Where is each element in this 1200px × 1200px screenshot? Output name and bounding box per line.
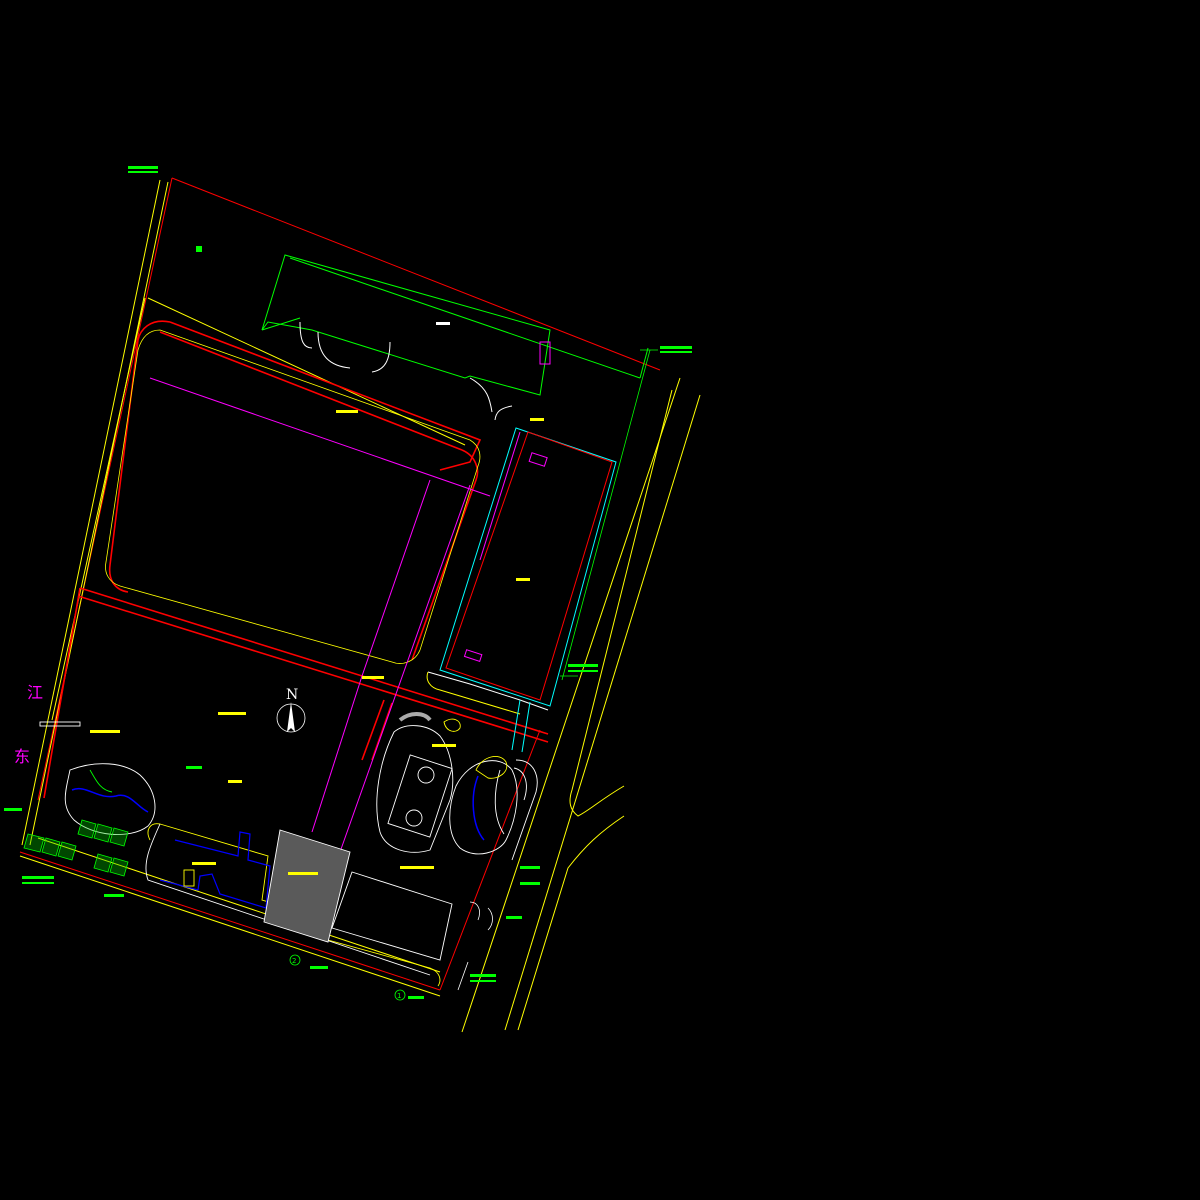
east-building xyxy=(426,427,617,753)
callout-number-2: 2 xyxy=(292,957,296,965)
callout-markers xyxy=(289,954,406,1001)
interior-roads xyxy=(43,320,549,799)
sw-parking-grid xyxy=(23,819,129,877)
north-label: N xyxy=(286,687,298,703)
north-building-notches xyxy=(299,321,551,421)
site-plan-drawing: N 2 1 江 东 xyxy=(4,166,701,1033)
inner-block-outlines xyxy=(105,329,481,664)
street-label-char-2: 东 xyxy=(14,747,30,766)
east-dimension-lines xyxy=(560,349,658,681)
road-edges xyxy=(19,179,701,1033)
south-landscape xyxy=(145,823,453,987)
north-building xyxy=(261,254,649,396)
north-arrow: N xyxy=(276,687,306,733)
annotation-marks xyxy=(4,166,692,999)
west-garden xyxy=(39,721,156,835)
east-garden xyxy=(376,712,538,861)
street-label-char-1: 江 xyxy=(27,683,43,702)
callout-number-1: 1 xyxy=(397,992,401,1000)
